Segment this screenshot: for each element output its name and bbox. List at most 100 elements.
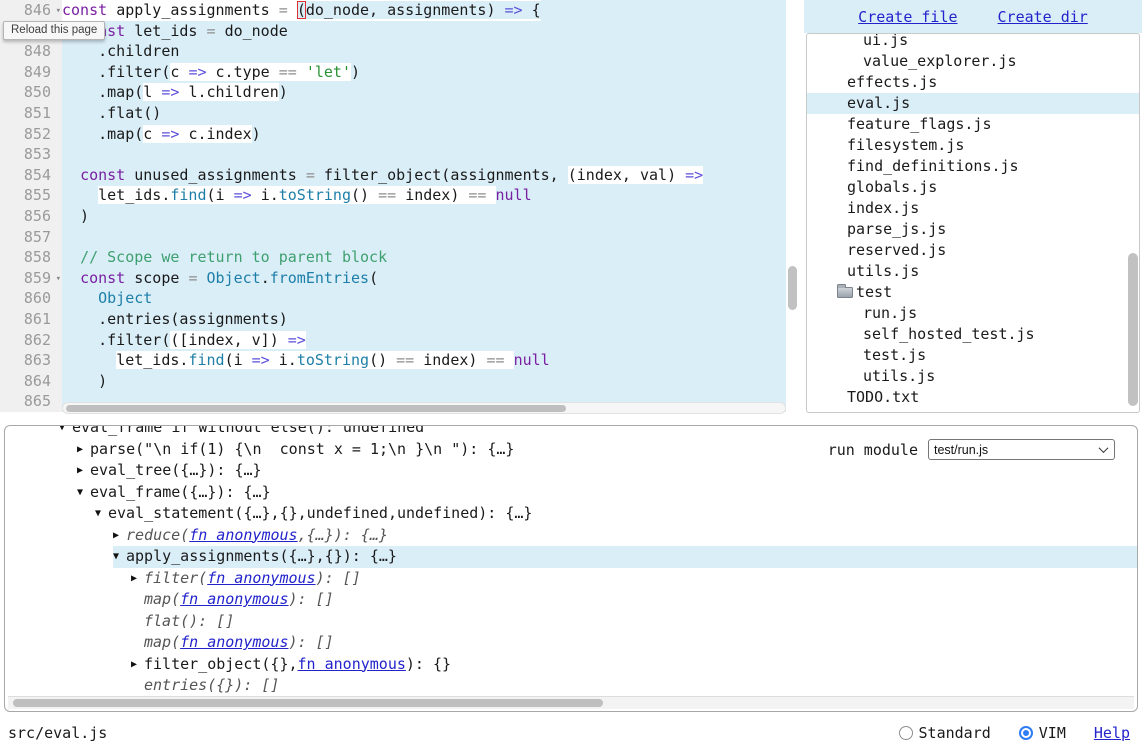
code-token: = xyxy=(306,166,324,184)
editor-horizontal-scrollbar[interactable] xyxy=(62,402,786,414)
file-name: feature_flags.js xyxy=(847,114,992,135)
fold-marker-icon[interactable]: ▾ xyxy=(56,269,61,290)
mode-vim-radio[interactable]: VIM xyxy=(1019,724,1066,742)
run-module-select[interactable]: test/run.js xyxy=(928,439,1115,460)
call-tree-row[interactable]: ▼eval_statement({…},{},undefined,undefin… xyxy=(5,503,1137,525)
file-tree-item[interactable]: utils.js xyxy=(807,366,1139,387)
expand-arrow-icon[interactable]: ▶ xyxy=(131,654,144,676)
expand-arrow-icon[interactable]: ▶ xyxy=(77,439,90,461)
file-tree-item[interactable]: effects.js xyxy=(807,72,1139,93)
file-tree-item[interactable]: globals.js xyxy=(807,177,1139,198)
collapse-arrow-icon[interactable]: ▼ xyxy=(59,425,72,439)
file-tree-item[interactable]: index.js xyxy=(807,198,1139,219)
file-tree-item[interactable]: TODO.txt xyxy=(807,387,1139,408)
call-tree-row[interactable]: ▶filter_object({},fn anonymous): {} xyxy=(5,654,1137,676)
file-tree-item[interactable]: value_explorer.js xyxy=(807,51,1139,72)
file-tree-item[interactable]: filesystem.js xyxy=(807,135,1139,156)
call-tree-row[interactable]: ▶reduce(fn anonymous,{…}): {…} xyxy=(5,525,1137,547)
function-link[interactable]: fn anonymous xyxy=(180,632,288,654)
code-token: index) xyxy=(423,351,486,369)
code-line[interactable]: 848 .children xyxy=(0,41,786,62)
code-line[interactable]: 856 ) xyxy=(0,206,786,227)
code-token: l.children xyxy=(188,83,278,101)
call-tree-row[interactable]: ▼eval_frame({…}): {…} xyxy=(5,482,1137,504)
call-tree-row[interactable]: ▶filter(fn anonymous): [] xyxy=(5,568,1137,590)
file-tree-item[interactable]: self_hosted_test.js xyxy=(807,324,1139,345)
calltree-horizontal-scrollbar[interactable] xyxy=(8,696,1134,709)
file-tree-item[interactable]: find_definitions.js xyxy=(807,156,1139,177)
file-tree-item[interactable]: utils.js xyxy=(807,261,1139,282)
expand-arrow-icon[interactable]: ▶ xyxy=(113,525,126,547)
function-link[interactable]: fn anonymous xyxy=(180,589,288,611)
code-line[interactable]: 857 xyxy=(0,227,786,248)
code-line[interactable]: 860 Object xyxy=(0,288,786,309)
file-tree-dir[interactable]: test xyxy=(807,282,1139,303)
code-line[interactable]: 862 .filter(([index, v]) => xyxy=(0,330,786,351)
expand-arrow-icon[interactable]: ▶ xyxy=(77,460,90,482)
code-line[interactable]: 855 let_ids.find(i => i.toString() == in… xyxy=(0,185,786,206)
code-line[interactable]: 851 .flat() xyxy=(0,103,786,124)
code-line[interactable]: 864 ) xyxy=(0,371,786,392)
file-tree-item[interactable]: reserved.js xyxy=(807,240,1139,261)
file-name: filesystem.js xyxy=(847,135,964,156)
code-token: do_node, assignments xyxy=(306,1,487,19)
code-token: toString xyxy=(297,351,369,369)
function-link[interactable]: fn anonymous xyxy=(207,568,315,590)
file-tree-item[interactable]: run.js xyxy=(807,303,1139,324)
code-line-text: ) xyxy=(62,371,107,392)
code-editor[interactable]: 846▾const apply_assignments = (do_node, … xyxy=(0,0,800,417)
call-tree-row[interactable]: entries({}): [] xyxy=(5,675,1137,697)
create-dir-link[interactable]: Create dir xyxy=(998,8,1088,26)
code-line[interactable]: 863 let_ids.find(i => i.toString() == in… xyxy=(0,350,786,371)
collapse-arrow-icon[interactable]: ▼ xyxy=(113,546,126,568)
line-number: 861 xyxy=(0,309,62,330)
code-line[interactable]: 849 .filter(c => c.type == 'let') xyxy=(0,62,786,83)
code-line[interactable]: 859▾ const scope = Object.fromEntries( xyxy=(0,268,786,289)
file-tree-item[interactable]: ui.js xyxy=(807,33,1139,51)
editor-vertical-scrollbar[interactable] xyxy=(786,0,800,417)
code-line[interactable]: 861 .entries(assignments) xyxy=(0,309,786,330)
code-line[interactable]: 852 .map(c => c.index) xyxy=(0,124,786,145)
call-text: ): [] xyxy=(316,568,361,590)
code-line[interactable]: 850 .map(l => l.children) xyxy=(0,82,786,103)
file-tree-item[interactable]: eval.js xyxy=(807,93,1139,114)
function-link[interactable]: fn anonymous xyxy=(189,525,297,547)
expand-arrow-icon[interactable]: ▶ xyxy=(131,568,144,590)
collapse-arrow-icon[interactable]: ▼ xyxy=(77,482,90,504)
mode-standard-label: Standard xyxy=(919,724,991,742)
radio-unselected-icon[interactable] xyxy=(899,726,913,740)
editor-vertical-scrollbar-thumb[interactable] xyxy=(788,266,797,310)
call-tree-row[interactable]: map(fn anonymous): [] xyxy=(5,589,1137,611)
code-line[interactable]: 854 const unused_assignments = filter_ob… xyxy=(0,165,786,186)
call-text: parse("\n if(1) {\n const x = 1;\n }\n "… xyxy=(90,439,514,461)
function-link[interactable]: fn anonymous xyxy=(298,654,406,676)
call-tree-row[interactable]: flat(): [] xyxy=(5,611,1137,633)
code-line[interactable]: 846▾const apply_assignments = (do_node, … xyxy=(0,0,786,21)
create-file-link[interactable]: Create file xyxy=(858,8,957,26)
code-line[interactable]: 853 xyxy=(0,144,786,165)
call-tree-row[interactable]: map(fn anonymous): [] xyxy=(5,632,1137,654)
file-tree-item[interactable]: parse_js.js xyxy=(807,219,1139,240)
filetree-scrollbar-thumb[interactable] xyxy=(1128,253,1138,406)
line-number: 849 xyxy=(0,62,62,83)
help-link[interactable]: Help xyxy=(1094,724,1130,742)
editor-horizontal-scrollbar-thumb[interactable] xyxy=(66,405,566,412)
file-tree-item[interactable]: feature_flags.js xyxy=(807,114,1139,135)
call-tree-row-inner: ▼apply_assignments({…},{}): {…} xyxy=(113,546,1137,568)
call-tree-row[interactable]: ▼eval_frame if without else(): undefined xyxy=(5,425,1137,439)
code-lines: 846▾const apply_assignments = (do_node, … xyxy=(0,0,800,412)
file-tree-item[interactable]: test.js xyxy=(807,345,1139,366)
calltree-horizontal-scrollbar-thumb[interactable] xyxy=(13,699,603,707)
call-tree-row[interactable]: ▶eval_tree({…}): {…} xyxy=(5,460,1137,482)
call-tree-row[interactable]: ▼apply_assignments({…},{}): {…} xyxy=(5,546,1137,568)
collapse-arrow-icon[interactable]: ▼ xyxy=(95,503,108,525)
fold-marker-icon[interactable]: ▾ xyxy=(56,1,61,22)
file-panel-header: Create file Create dir xyxy=(804,0,1142,33)
mode-standard-radio[interactable]: Standard xyxy=(899,724,991,742)
call-text: reduce( xyxy=(126,525,189,547)
call-text: eval_frame if without else(): undefined xyxy=(72,425,424,439)
code-line[interactable]: 858 // Scope we return to parent block xyxy=(0,247,786,268)
call-text: map( xyxy=(144,632,180,654)
code-line[interactable]: 847 const let_ids = do_node xyxy=(0,21,786,42)
radio-selected-icon[interactable] xyxy=(1019,726,1033,740)
